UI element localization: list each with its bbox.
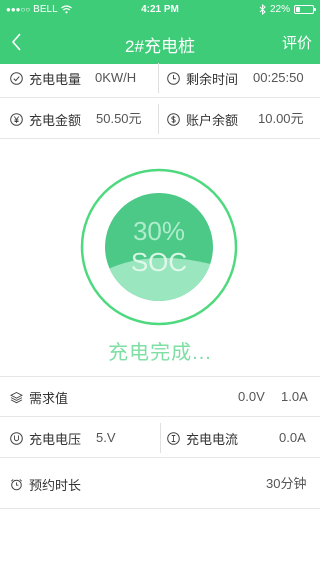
soc-gauge: 30% SOC: [79, 167, 239, 327]
charge-cost-label: 充电金额: [29, 112, 82, 128]
reserve-label: 预约时长: [29, 477, 82, 493]
gauge-percent: 30%: [133, 216, 185, 246]
check-circle-icon: [10, 71, 23, 85]
balance-value: 10.00元: [258, 111, 304, 126]
page-title: 2#充电桩: [125, 37, 195, 56]
battery-icon: [294, 5, 316, 14]
clock-icon: [167, 71, 180, 85]
charge-amount-label-cell: 充电电量: [10, 58, 81, 98]
reserve-row: 预约时长 30分钟: [0, 459, 320, 509]
voltage-value: 5.V: [96, 430, 116, 445]
charge-cost-label-cell: 充电金额: [10, 99, 81, 139]
demand-current: 1.0A: [281, 389, 308, 404]
current-icon: [167, 431, 180, 445]
status-right: 22%: [259, 4, 316, 15]
bluetooth-icon: [259, 4, 266, 15]
battery-fill: [296, 7, 300, 12]
charge-amount-label: 充电电量: [29, 71, 82, 87]
gauge-soc-label: SOC: [131, 247, 187, 277]
demand-label-cell: 需求值: [10, 377, 68, 417]
reserve-value: 30分钟: [266, 476, 307, 491]
yen-icon: [10, 112, 23, 126]
divider: [158, 63, 159, 93]
demand-label: 需求值: [29, 390, 69, 406]
info-row-2: 充电金额 50.50元 账户余额 10.00元: [0, 99, 320, 139]
divider: [160, 423, 161, 453]
charge-amount-value: 0KW/H: [95, 70, 137, 85]
current-value: 0.0A: [279, 430, 306, 445]
demand-row: 需求值 0.0V 1.0A: [0, 377, 320, 417]
remaining-time-label-cell: 剩余时间: [167, 58, 238, 98]
remaining-time-label: 剩余时间: [186, 71, 239, 87]
reserve-label-cell: 预约时长: [10, 459, 81, 509]
charge-cost-value: 50.50元: [96, 111, 142, 126]
balance-label-cell: 账户余额: [167, 99, 238, 139]
battery-percent: 22%: [269, 4, 290, 15]
current-label: 充电电流: [186, 431, 239, 447]
layers-icon: [10, 391, 23, 404]
current-label-cell: 充电电流: [167, 418, 238, 458]
alarm-clock-icon: [10, 478, 23, 491]
remaining-time-value: 00:25:50: [253, 70, 304, 85]
info-row-1: 充电电量 0KW/H 剩余时间 00:25:50: [0, 58, 320, 98]
app-header: ●●●○○ BELL 4:21 PM 22% 2#充电桩 评价: [0, 0, 320, 64]
voltage-icon: [10, 431, 23, 445]
demand-voltage: 0.0V: [238, 389, 265, 404]
divider: [158, 104, 159, 134]
voltage-current-row: 充电电压 5.V 充电电流 0.0A: [0, 418, 320, 458]
status-bar: ●●●○○ BELL 4:21 PM 22%: [0, 0, 320, 20]
soc-gauge-graphic: 30% SOC: [80, 168, 238, 326]
voltage-label-cell: 充电电压: [10, 418, 81, 458]
balance-label: 账户余额: [186, 112, 239, 128]
voltage-label: 充电电压: [29, 431, 82, 447]
dollar-icon: [167, 112, 180, 126]
charge-status-text: 充电完成...: [108, 342, 212, 364]
rate-button[interactable]: 评价: [282, 32, 312, 53]
